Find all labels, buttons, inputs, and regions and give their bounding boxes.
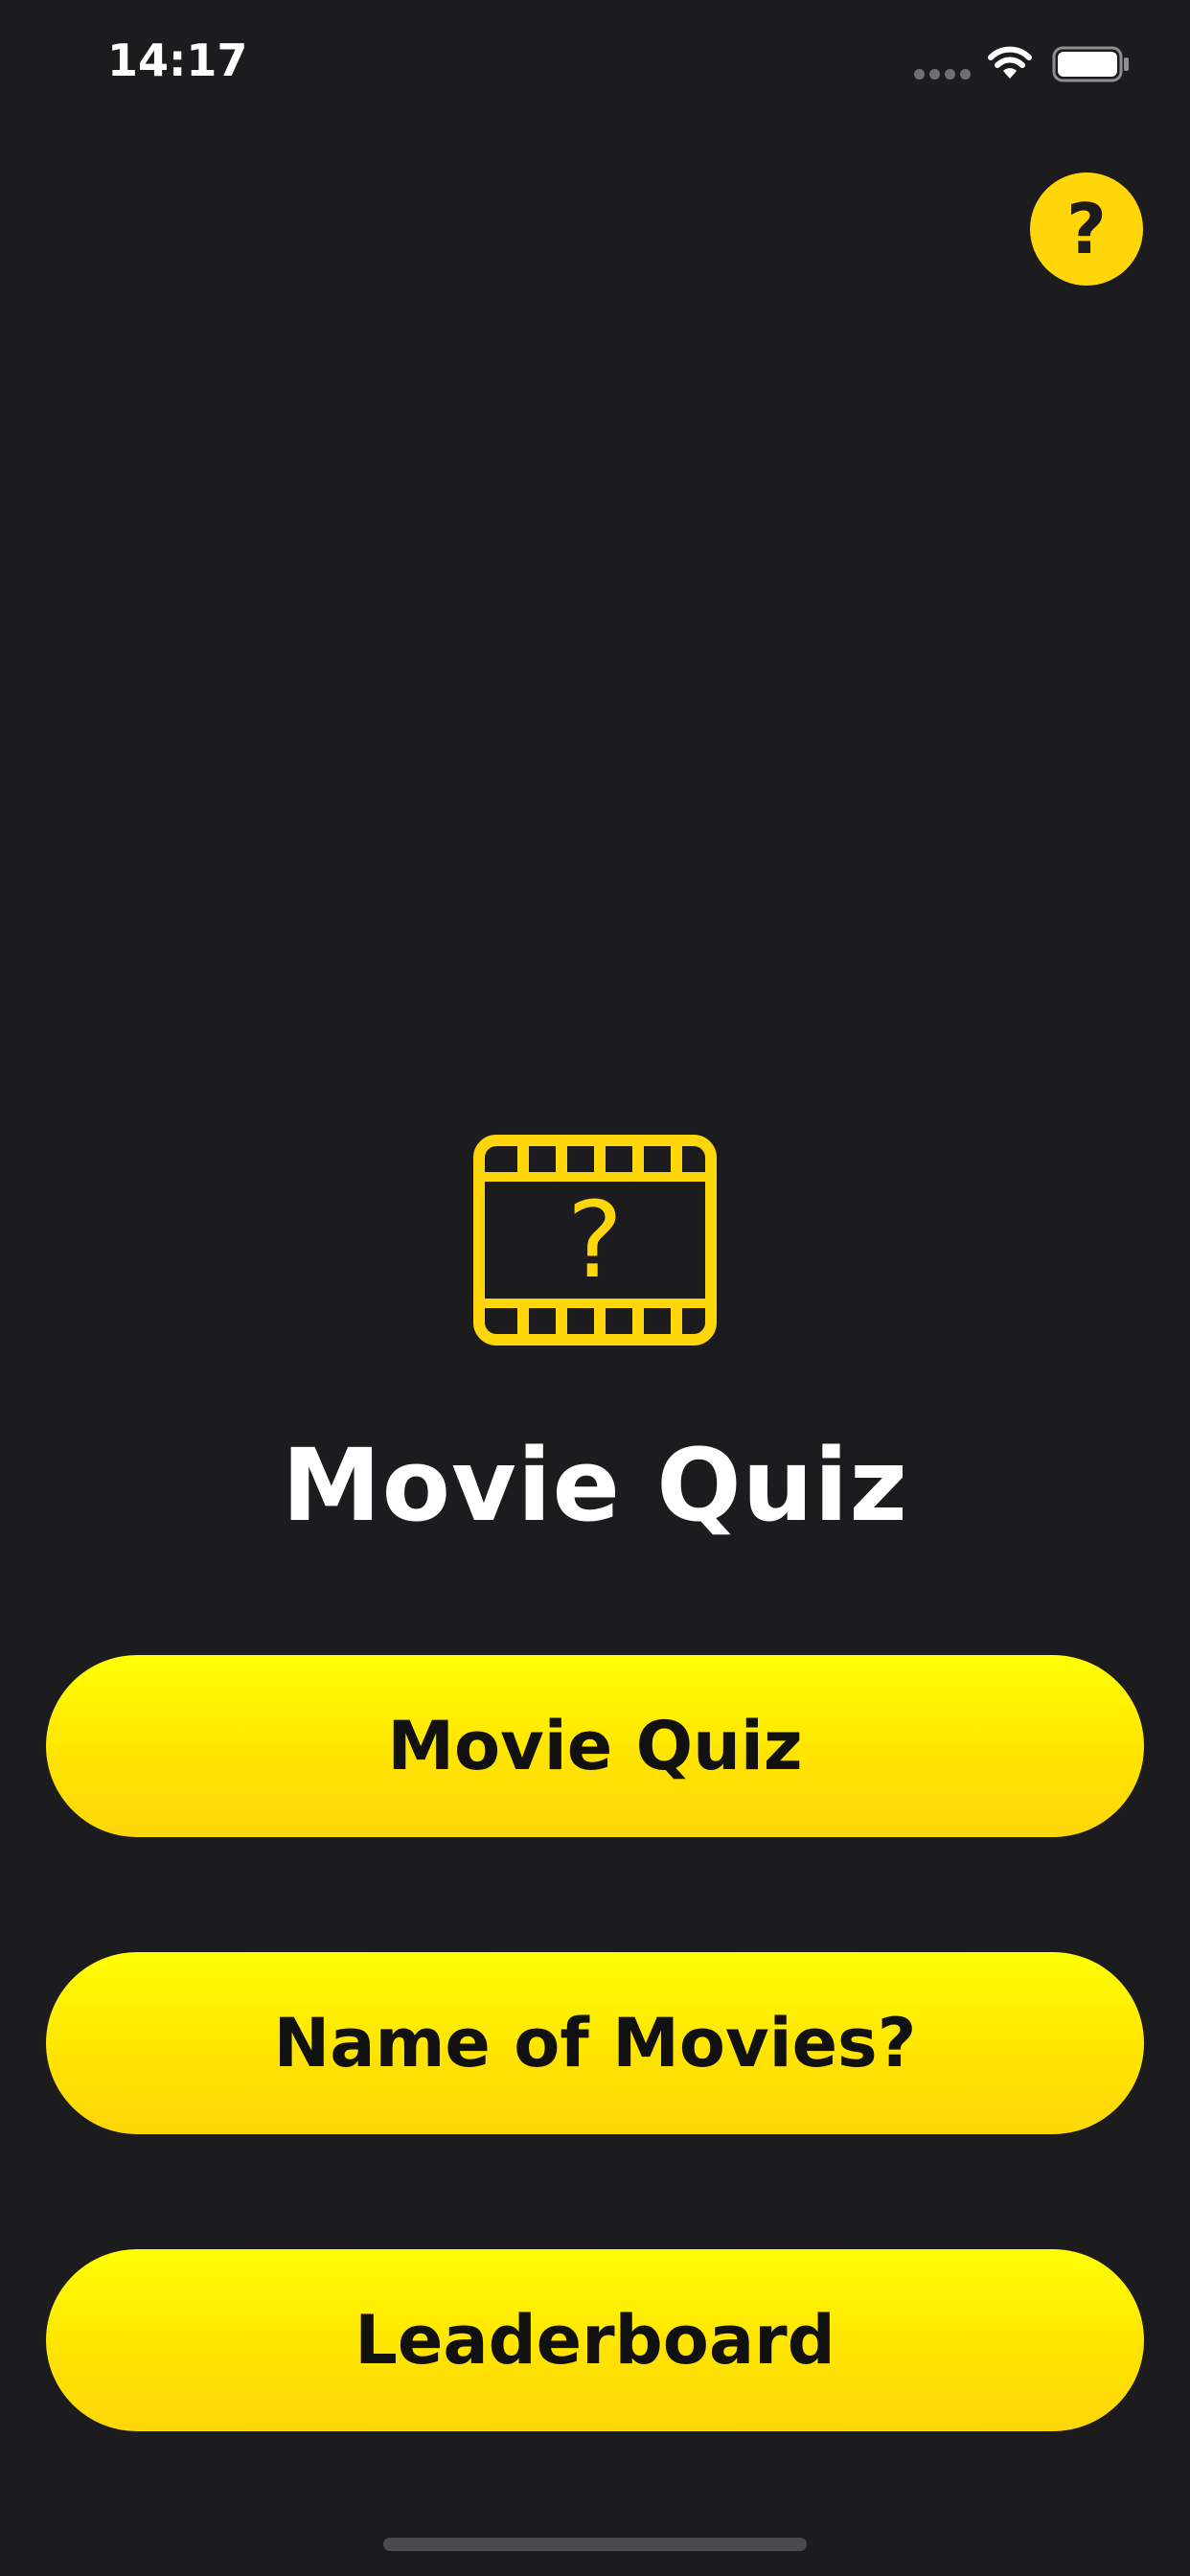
leaderboard-button[interactable]: Leaderboard xyxy=(46,2249,1144,2431)
home-indicator xyxy=(383,2538,807,2551)
signal-dots-icon xyxy=(914,69,972,80)
battery-icon xyxy=(1052,46,1129,82)
question-mark-icon: ? xyxy=(1066,189,1107,269)
wifi-icon xyxy=(988,46,1032,79)
movie-quiz-button[interactable]: Movie Quiz xyxy=(46,1655,1144,1837)
logo-question-glyph: ? xyxy=(567,1179,623,1301)
status-bar: 14:17 xyxy=(0,0,1190,134)
help-button[interactable]: ? xyxy=(1030,172,1143,286)
name-of-movies-button[interactable]: Name of Movies? xyxy=(46,1952,1144,2134)
page-title: Movie Quiz xyxy=(282,1427,908,1544)
status-time: 14:17 xyxy=(107,34,248,86)
film-strip-question-icon: ? xyxy=(473,1135,717,1346)
